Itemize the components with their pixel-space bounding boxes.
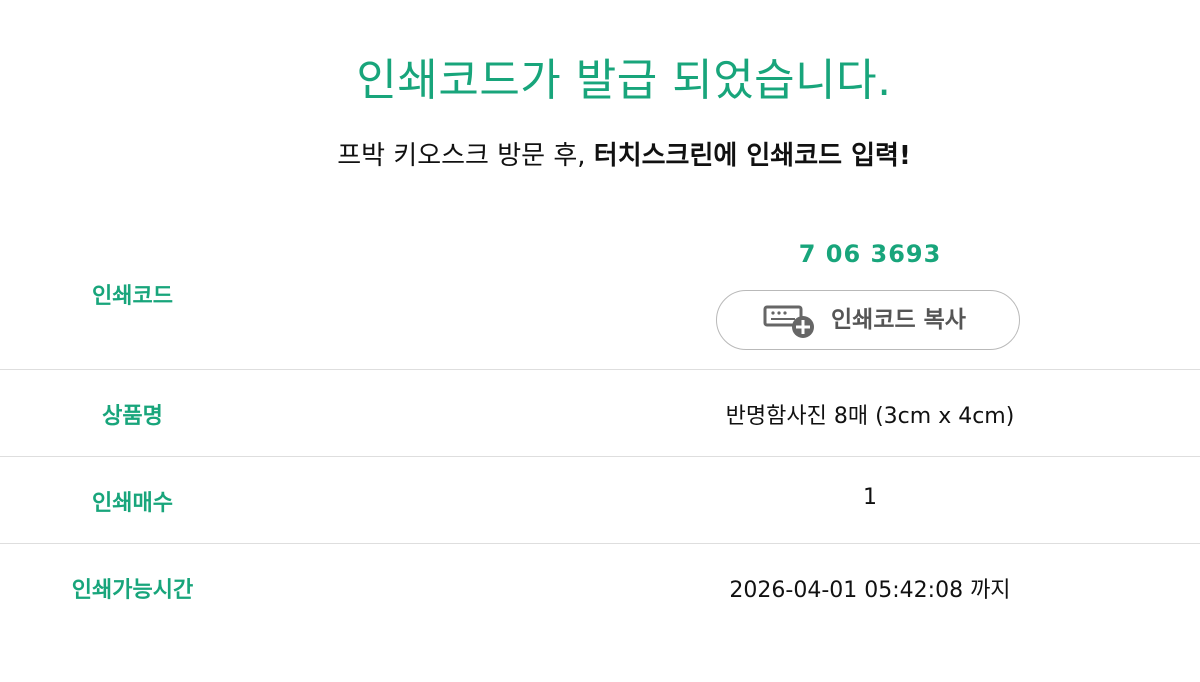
copy-code-label: 인쇄코드 복사: [831, 307, 966, 333]
table-row-count: 인쇄매수 1: [0, 457, 1200, 544]
code-copy-icon: [763, 303, 817, 339]
page-title: 인쇄코드가 발급 되었습니다.: [356, 55, 892, 106]
table-row-expiry: 인쇄가능시간 2026-04-01 05:42:08 까지: [0, 544, 1200, 630]
code-label: 인쇄코드: [92, 284, 173, 309]
subtitle-instruction: 프박 키오스크 방문 후,: [337, 141, 594, 171]
table-row-product: 상품명 반명함사진 8매 (3cm x 4cm): [0, 370, 1200, 457]
count-value: 1: [863, 485, 877, 510]
print-code-value: 7 06 3693: [798, 240, 942, 268]
product-label: 상품명: [102, 404, 163, 429]
subtitle: 프박 키오스크 방문 후, 터치스크린에 인쇄코드 입력!: [0, 138, 1200, 174]
product-value: 반명함사진 8매 (3cm x 4cm): [725, 404, 1015, 429]
expiry-value: 2026-04-01 05:42:08 까지: [729, 578, 1011, 603]
count-label: 인쇄매수: [92, 491, 173, 516]
table-row-code: 인쇄코드 7 06 3693 인쇄코드 복사: [0, 210, 1200, 370]
copy-code-button[interactable]: 인쇄코드 복사: [716, 290, 1020, 350]
expiry-label: 인쇄가능시간: [71, 578, 194, 603]
subtitle-highlight: 터치스크린에 인쇄코드 입력!: [593, 141, 911, 171]
